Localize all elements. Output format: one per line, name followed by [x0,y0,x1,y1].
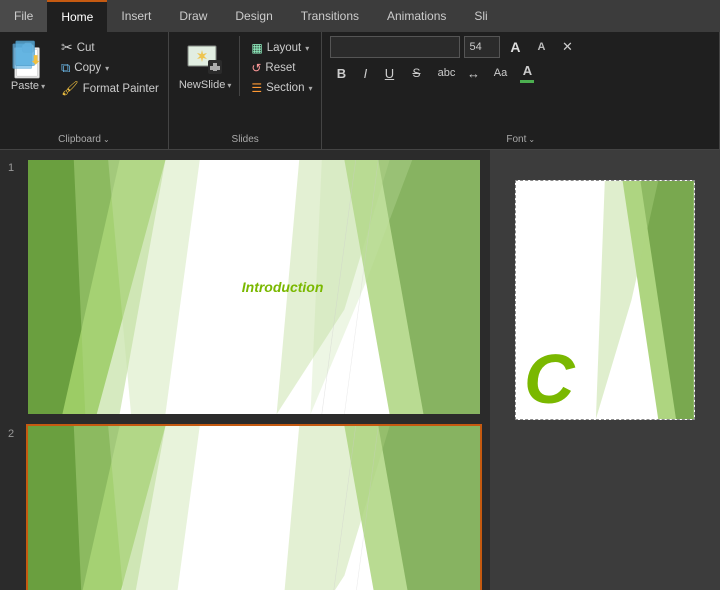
preview-letter: C [524,344,575,414]
tab-insert[interactable]: Insert [107,0,165,32]
new-slide-label2: Slide [201,79,225,91]
kerning-button[interactable]: ↔ [462,62,484,84]
reset-label: Reset [265,62,295,74]
scissors-icon: ✂ [61,39,73,56]
new-slide-label: New [179,79,201,91]
decrease-font-button[interactable]: A [530,36,552,58]
slide1-title: Introduction [242,279,324,295]
font-size-input[interactable] [464,36,500,58]
preview-area: C [490,150,720,590]
layout-arrow: ▾ [305,44,309,53]
subscript-button[interactable]: abc [432,62,460,84]
font-group-label: Font ⌄ [322,134,719,145]
format-painter-button[interactable]: 🖌 Format Painter [58,79,162,98]
slide1-left-deco [28,160,200,414]
copy-label: Copy [74,62,101,74]
reset-button[interactable]: ↺ Reset [248,60,315,76]
paste-label-container: Paste ▾ [11,80,45,92]
slide-thumb-inner-2 [28,426,480,590]
clipboard-group: Paste ▾ ✂ Cut ⧉ Copy ▾ 🖌 Format Painter … [0,32,169,149]
tab-draw[interactable]: Draw [165,0,221,32]
section-button[interactable]: ☰ Section ▾ [248,80,315,96]
strikethrough-button[interactable]: S [402,62,430,84]
slides-group: New Slide ▾ ▦ Layout ▾ ↺ Reset ☰ Section… [169,32,323,149]
layout-button[interactable]: ▦ Layout ▾ [248,40,315,56]
font-color-bar [520,80,534,83]
preview-content: C [515,180,695,420]
format-painter-icon: 🖌 [61,80,79,97]
cut-button[interactable]: ✂ Cut [58,38,162,57]
font-name-input[interactable] [330,36,460,58]
slide2-right-deco [254,426,480,590]
layout-label: Layout [267,42,302,54]
slide-thumb-1[interactable]: Introduction [26,158,482,416]
slides-actions: ▦ Layout ▾ ↺ Reset ☰ Section ▾ [248,40,315,96]
ribbon-body: Paste ▾ ✂ Cut ⧉ Copy ▾ 🖌 Format Painter … [0,32,720,150]
preview-right-deco [587,181,694,419]
clear-format-button[interactable]: ✕ [556,36,578,58]
bold-button[interactable]: B [330,62,352,84]
font-color-icon: A [523,63,532,79]
paste-button[interactable]: Paste ▾ [6,36,50,94]
clipboard-actions: ✂ Cut ⧉ Copy ▾ 🖌 Format Painter [58,38,162,98]
paste-icon [10,38,46,80]
section-label: Section [266,82,304,94]
clipboard-expand-icon[interactable]: ⌄ [103,135,110,144]
slide-thumb-2[interactable] [26,424,482,590]
copy-button[interactable]: ⧉ Copy ▾ [58,59,162,77]
font-group: A A ✕ B I U S abc ↔ Aa A Font ⌄ [322,32,720,149]
slide-number-2: 2 [8,428,26,440]
slide-number-1: 1 [8,162,26,174]
copy-arrow: ▾ [105,64,109,73]
tab-transitions[interactable]: Transitions [287,0,373,32]
font-expand-icon[interactable]: ⌄ [528,135,535,144]
increase-font-button[interactable]: A [504,36,526,58]
slide-item-2: 2 [8,424,482,590]
layout-icon: ▦ [251,41,262,55]
format-painter-label: Format Painter [83,83,159,95]
section-icon: ☰ [251,81,262,95]
reset-icon: ↺ [251,61,261,75]
slide-panel: 1 [0,150,490,590]
ribbon-tabs: File Home Insert Draw Design Transitions… [0,0,720,32]
section-arrow: ▾ [308,84,312,93]
slide2-left-deco [28,426,200,590]
slides-group-label: Slides [169,134,322,145]
new-slide-icon [186,40,224,78]
font-color-button[interactable]: A [516,62,538,84]
tab-animations[interactable]: Animations [373,0,460,32]
cut-label: Cut [77,42,95,54]
slide-item-1: 1 [8,158,482,416]
paste-label: Paste [11,80,39,92]
tab-file[interactable]: File [0,0,47,32]
new-slide-label-container: New Slide ▾ [179,78,232,92]
case-button[interactable]: Aa [486,62,514,84]
main-area: 1 [0,150,720,590]
tab-sli[interactable]: Sli [460,0,501,32]
copy-icon: ⧉ [61,60,70,76]
new-slide-arrow: ▾ [227,81,231,90]
underline-button[interactable]: U [378,62,400,84]
paste-arrow: ▾ [41,82,45,91]
clipboard-group-label: Clipboard ⌄ [0,134,168,145]
italic-button[interactable]: I [354,62,376,84]
tab-design[interactable]: Design [221,0,286,32]
font-row1: A A ✕ [330,36,578,58]
font-row2: B I U S abc ↔ Aa A [330,62,538,84]
tab-home[interactable]: Home [47,0,107,32]
slide-thumb-inner-1: Introduction [28,160,480,414]
new-slide-button[interactable]: New Slide ▾ [175,36,241,96]
